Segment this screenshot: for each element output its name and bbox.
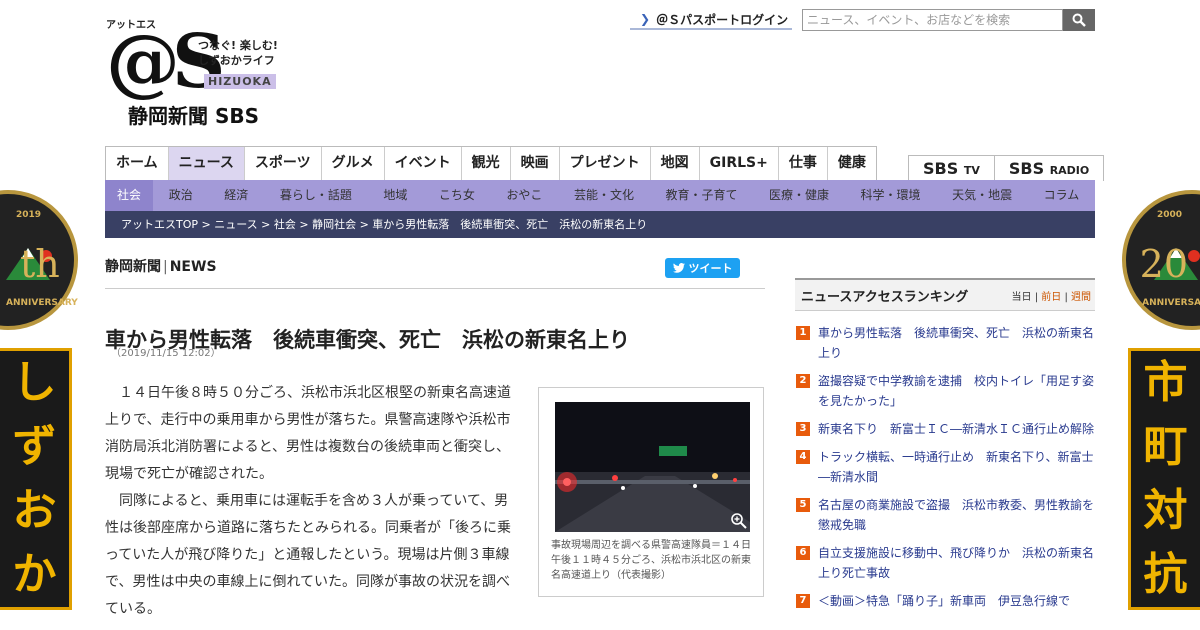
ranking-item[interactable]: 3 新東名下り 新富士ＩＣ―新清水ＩＣ通行止め解除 [795,419,1095,439]
tweet-label: ツイート [688,262,733,275]
nav-map[interactable]: 地図 [651,147,700,181]
subnav-kochijo[interactable]: こち女 [423,180,491,211]
subnav-region[interactable]: 地域 [368,180,424,211]
ranking-item-text: トラック横転、一時通行止め 新東名下り、新富士―新清水間 [818,450,1094,484]
search-input[interactable] [802,9,1063,31]
emblem-year: 2000 [1156,210,1182,220]
passport-login-link[interactable]: ❯ ＠Ｓパスポートログイン [630,10,792,30]
logo-tagline: つなぐ! 楽しむ! しずおかライフ [198,39,278,67]
left-side-banner[interactable]: 2019 th ANNIVERSARY し ず お か [0,190,80,630]
search-icon [1072,13,1086,27]
nav-present[interactable]: プレゼント [560,147,651,181]
search-button[interactable] [1063,9,1095,31]
nav-movie[interactable]: 映画 [511,147,560,181]
subnav-medical[interactable]: 医療・健康 [753,180,845,211]
rank-number: 7 [796,594,810,608]
subnav-science[interactable]: 科学・環境 [845,180,937,211]
ranking-item-text: 自立支援施設に移動中、飛び降りか 浜松の新東名上り死亡事故 [818,546,1095,580]
accident-scene-photo[interactable] [555,402,750,532]
nav-event[interactable]: イベント [385,147,462,181]
article-paragraph: 同隊によると、乗用車には運転手を含め３人が乗っていて、男性は後部座席から道路に落… [105,493,511,617]
ranking-tabs: 当日 | 前日 | 週間 [1011,291,1091,303]
photo-caption: 事故現場周辺を調べる県警高速隊員＝１４日午後１１時４５分ごろ、浜松市浜北区の新東… [551,540,751,581]
subnav-oyako[interactable]: おやこ [491,180,559,211]
anniversary-emblem: 2019 th ANNIVERSARY [0,190,78,330]
category-subnav: 社会 政治 経済 暮らし・話題 地域 こち女 おやこ 芸能・文化 教育・子育て … [105,180,1095,211]
logo-newspaper: 静岡新聞 SBS [128,104,260,128]
ranking-item-text: ＜動画＞特急「踊り子」新車両 伊豆急行線で [818,594,1071,608]
nav-home[interactable]: ホーム [106,147,169,181]
sbs-links: SBS TV SBS RADIO [908,155,1105,181]
site-search [802,9,1095,31]
twitter-bird-icon [672,263,685,273]
site-logo[interactable]: アットエス @S つなぐ! 楽しむ! しずおかライフ HIZUOKA 静岡新聞 … [106,16,296,128]
global-nav: ホーム ニュース スポーツ グルメ イベント 観光 映画 プレゼント 地図 GI… [105,146,877,181]
rank-number: 2 [796,374,810,388]
emblem-anniversary: ANNIVERSARY [1142,298,1200,308]
ranking-item[interactable]: 7 ＜動画＞特急「踊り子」新車両 伊豆急行線で [795,591,1095,611]
vertical-banner-text: 市 町 対 抗 [1128,348,1200,610]
emblem-year: 2019 [16,210,42,220]
emblem-numeral: th [20,242,60,286]
tab-today[interactable]: 当日 [1012,292,1032,303]
logo-hizuoka: HIZUOKA [204,74,276,89]
article-figure: 事故現場周辺を調べる県警高速隊員＝１４日午後１１時４５分ごろ、浜松市浜北区の新東… [538,387,764,597]
divider [105,288,765,289]
ranking-list: 1 車から男性転落 後続車衝突、死亡 浜松の新東名上り 2 盗撮容疑で中学教諭を逮捕… [795,323,1095,611]
ranking-item[interactable]: 1 車から男性転落 後続車衝突、死亡 浜松の新東名上り [795,323,1095,363]
ranking-header: ニュースアクセスランキング 当日 | 前日 | 週間 [795,278,1095,311]
subnav-economy[interactable]: 経済 [209,180,265,211]
article-body: １４日午後８時５０分ごろ、浜松市浜北区根堅の新東名高速道上りで、走行中の乗用車か… [105,380,515,623]
ranking-item[interactable]: 2 盗撮容疑で中学教諭を逮捕 校内トイレ「用足す姿を見たかった」 [795,371,1095,411]
subnav-culture[interactable]: 芸能・文化 [558,180,650,211]
ranking-item[interactable]: 6 自立支援施設に移動中、飛び降りか 浜松の新東名上り死亡事故 [795,543,1095,583]
ranking-item-text: 名古屋の商業施設で盗撮 浜松市教委、男性教諭を懲戒免職 [818,498,1095,532]
ranking-item[interactable]: 5 名古屋の商業施設で盗撮 浜松市教委、男性教諭を懲戒免職 [795,495,1095,535]
vertical-banner-text: し ず お か [0,348,72,610]
subnav-life[interactable]: 暮らし・話題 [264,180,368,211]
ranking-item-text: 新東名下り 新富士ＩＣ―新清水ＩＣ通行止め解除 [818,422,1095,436]
emblem-anniversary: ANNIVERSARY [6,298,78,308]
subnav-education[interactable]: 教育・子育て [650,180,754,211]
rank-number: 1 [796,326,810,340]
ranking-item-text: 車から男性転落 後続車衝突、死亡 浜松の新東名上り [818,326,1095,360]
sbs-tv-link[interactable]: SBS TV [908,155,994,181]
passport-login-label: ＠Ｓパスポートログイン [656,12,789,27]
nav-sightseeing[interactable]: 観光 [462,147,511,181]
rank-number: 5 [796,498,810,512]
night-highway-image [555,402,750,532]
nav-jobs[interactable]: 仕事 [779,147,828,181]
breadcrumb[interactable]: アットエスTOP > ニュース > 社会 > 静岡社会 > 車から男性転落 後続… [105,211,1095,238]
rank-number: 4 [796,450,810,464]
subnav-weather[interactable]: 天気・地震 [936,180,1028,211]
nav-girls[interactable]: GIRLS+ [700,147,779,181]
article-paragraph: １４日午後８時５０分ごろ、浜松市浜北区根堅の新東名高速道上りで、走行中の乗用車か… [105,385,511,482]
news-ranking: ニュースアクセスランキング 当日 | 前日 | 週間 1 車から男性転落 後続車衝… [795,278,1095,611]
ranking-item-text: 盗撮容疑で中学教諭を逮捕 校内トイレ「用足す姿を見たかった」 [818,374,1095,408]
right-side-banner[interactable]: 2000 20 ANNIVERSARY 市 町 対 抗 [1120,190,1200,630]
subnav-society[interactable]: 社会 [105,180,154,211]
tab-yesterday[interactable]: 前日 [1041,292,1061,303]
article-date: （2019/11/15 12:02） [111,348,221,359]
ranking-item[interactable]: 4 トラック横転、一時通行止め 新東名下り、新富士―新清水間 [795,447,1095,487]
zoom-in-icon[interactable] [730,512,748,530]
rank-number: 3 [796,422,810,436]
rank-number: 6 [796,546,810,560]
nav-news[interactable]: ニュース [168,147,245,181]
subnav-column[interactable]: コラム [1028,180,1095,211]
ranking-title: ニュースアクセスランキング [801,289,969,305]
nav-health[interactable]: 健康 [828,147,876,181]
news-brand: 静岡新聞 | NEWS [105,259,217,275]
chevron-right-icon: ❯ [640,12,651,26]
tweet-button[interactable]: ツイート [665,258,740,278]
nav-sports[interactable]: スポーツ [245,147,322,181]
nav-gourmet[interactable]: グルメ [322,147,385,181]
anniversary-emblem: 2000 20 ANNIVERSARY [1122,190,1200,330]
emblem-numeral: 20 [1139,242,1188,286]
sbs-radio-link[interactable]: SBS RADIO [993,155,1105,181]
tab-weekly[interactable]: 週間 [1071,292,1091,303]
subnav-politics[interactable]: 政治 [153,180,209,211]
